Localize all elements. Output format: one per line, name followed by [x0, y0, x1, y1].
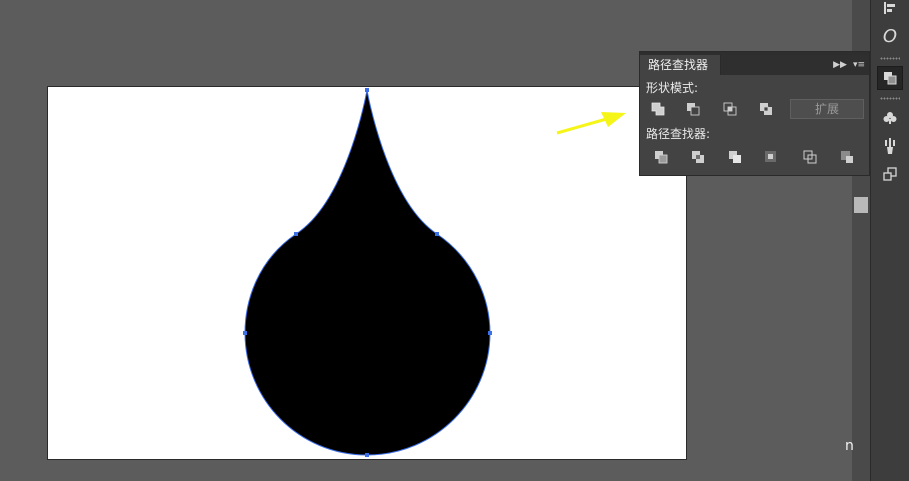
anchor-point-left[interactable]	[243, 331, 247, 335]
brushes-icon[interactable]	[877, 134, 903, 158]
scrollbar-thumb[interactable]	[854, 197, 868, 213]
anchor-point-upper-right[interactable]	[435, 232, 439, 236]
shape-modes-label: 形状模式:	[646, 81, 699, 95]
collapse-panel-icon[interactable]: ▶▶	[833, 60, 847, 70]
trim-icon[interactable]	[690, 149, 706, 165]
transparency-icon[interactable]: O	[877, 24, 903, 48]
tool-dock: O	[870, 0, 909, 481]
teardrop-shape[interactable]	[244, 89, 491, 456]
panel-menu-icon[interactable]: ▾≡	[853, 60, 865, 70]
symbols-icon[interactable]	[877, 106, 903, 130]
exclude-icon[interactable]	[758, 101, 774, 117]
intersect-icon[interactable]	[722, 101, 738, 117]
divide-icon[interactable]	[653, 149, 669, 165]
tab-pathfinder[interactable]: 路径查找器	[640, 55, 721, 75]
anchor-point-right[interactable]	[488, 331, 492, 335]
minus-front-icon[interactable]	[685, 101, 701, 117]
crop-icon[interactable]	[763, 149, 779, 165]
watermark-text: n	[845, 438, 854, 454]
panel-controls: ▶▶ ▾≡	[833, 58, 865, 72]
merge-icon[interactable]	[727, 149, 743, 165]
anchor-point-top[interactable]	[365, 88, 369, 92]
pathfinder-icon[interactable]	[877, 66, 903, 90]
dock-grip[interactable]	[880, 57, 900, 60]
unite-icon[interactable]	[650, 101, 666, 117]
align-icon[interactable]	[877, 0, 903, 20]
minus-back-icon[interactable]	[839, 149, 855, 165]
anchor-point-upper-left[interactable]	[294, 232, 298, 236]
transform-icon[interactable]	[877, 162, 903, 186]
annotation-arrow	[556, 112, 626, 135]
dock-grip-2[interactable]	[880, 97, 900, 100]
panel-tab-bar: 路径查找器 ▶▶ ▾≡	[640, 55, 869, 75]
outline-icon[interactable]	[802, 149, 818, 165]
pathfinders-label: 路径查找器:	[646, 127, 711, 141]
expand-button[interactable]: 扩展	[790, 99, 864, 119]
pathfinder-panel: 路径查找器 ▶▶ ▾≡ 形状模式: 扩展 路径查找器:	[639, 51, 870, 176]
anchor-point-bottom[interactable]	[365, 453, 369, 457]
